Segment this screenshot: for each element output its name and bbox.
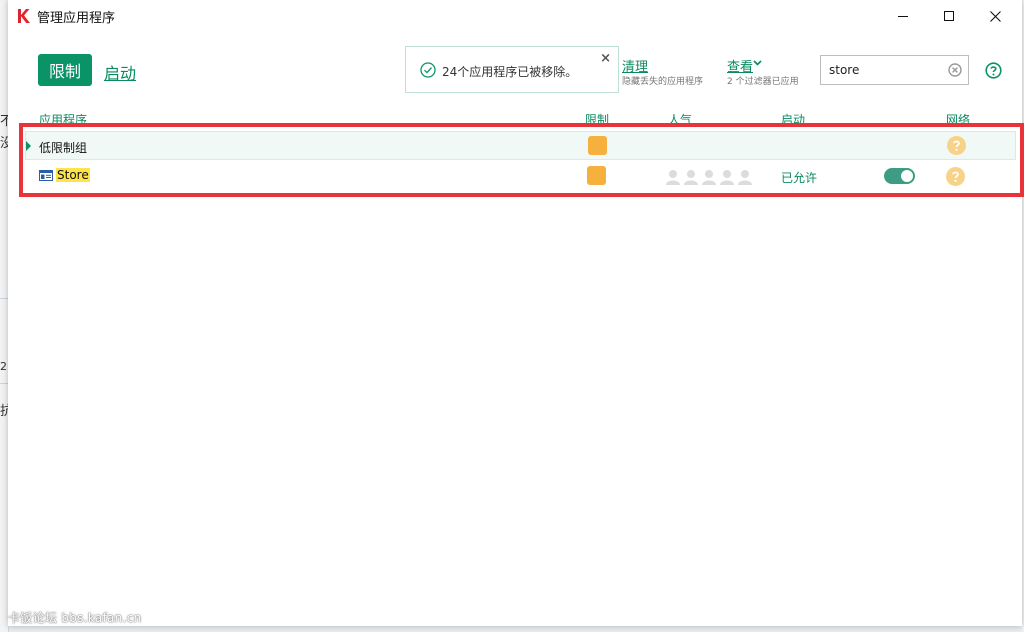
maximize-button[interactable] xyxy=(926,0,972,32)
clean-link[interactable]: 清理 xyxy=(622,56,648,75)
background-divider xyxy=(0,383,8,384)
notification-toast: 24个应用程序已被移除。 × xyxy=(405,46,619,93)
minimize-button[interactable] xyxy=(880,0,926,32)
window-title: 管理应用程序 xyxy=(37,11,116,26)
toast-message: 24个应用程序已被移除。 xyxy=(442,65,578,79)
background-text: 不 xyxy=(0,114,8,129)
kaspersky-k-icon xyxy=(18,9,30,23)
background-text: 没 xyxy=(0,136,8,151)
view-menu-link[interactable]: 查看 xyxy=(727,56,753,75)
toast-close-button[interactable]: × xyxy=(600,51,611,66)
background-text: 2 xyxy=(0,360,7,373)
manage-applications-window: 管理应用程序 限制 启动 24个应用程序已被移除。 × 清理 隐藏丢失的应用程序… xyxy=(8,0,1024,626)
check-circle-icon xyxy=(420,62,436,78)
background-divider xyxy=(0,298,8,299)
highlight-annotation-frame xyxy=(19,123,1024,197)
search-box xyxy=(820,55,969,85)
minimize-icon xyxy=(898,16,908,17)
title-bar: 管理应用程序 xyxy=(8,0,1022,32)
clear-icon[interactable] xyxy=(948,63,962,77)
search-input[interactable] xyxy=(821,56,949,84)
maximize-icon xyxy=(944,11,954,21)
chevron-down-icon[interactable] xyxy=(753,59,762,67)
help-icon[interactable] xyxy=(985,62,1002,79)
tab-startup[interactable]: 启动 xyxy=(104,60,136,84)
close-button[interactable] xyxy=(972,0,1018,32)
watermark: 卡饭论坛 bbs.kafan.cn xyxy=(8,611,142,625)
background-text: 抗 xyxy=(0,404,8,419)
close-icon xyxy=(989,10,1001,22)
clean-description: 隐藏丢失的应用程序 xyxy=(622,77,704,87)
tab-restriction[interactable]: 限制 xyxy=(38,54,92,86)
filters-applied-text: 2 个过滤器已应用 xyxy=(727,77,799,87)
